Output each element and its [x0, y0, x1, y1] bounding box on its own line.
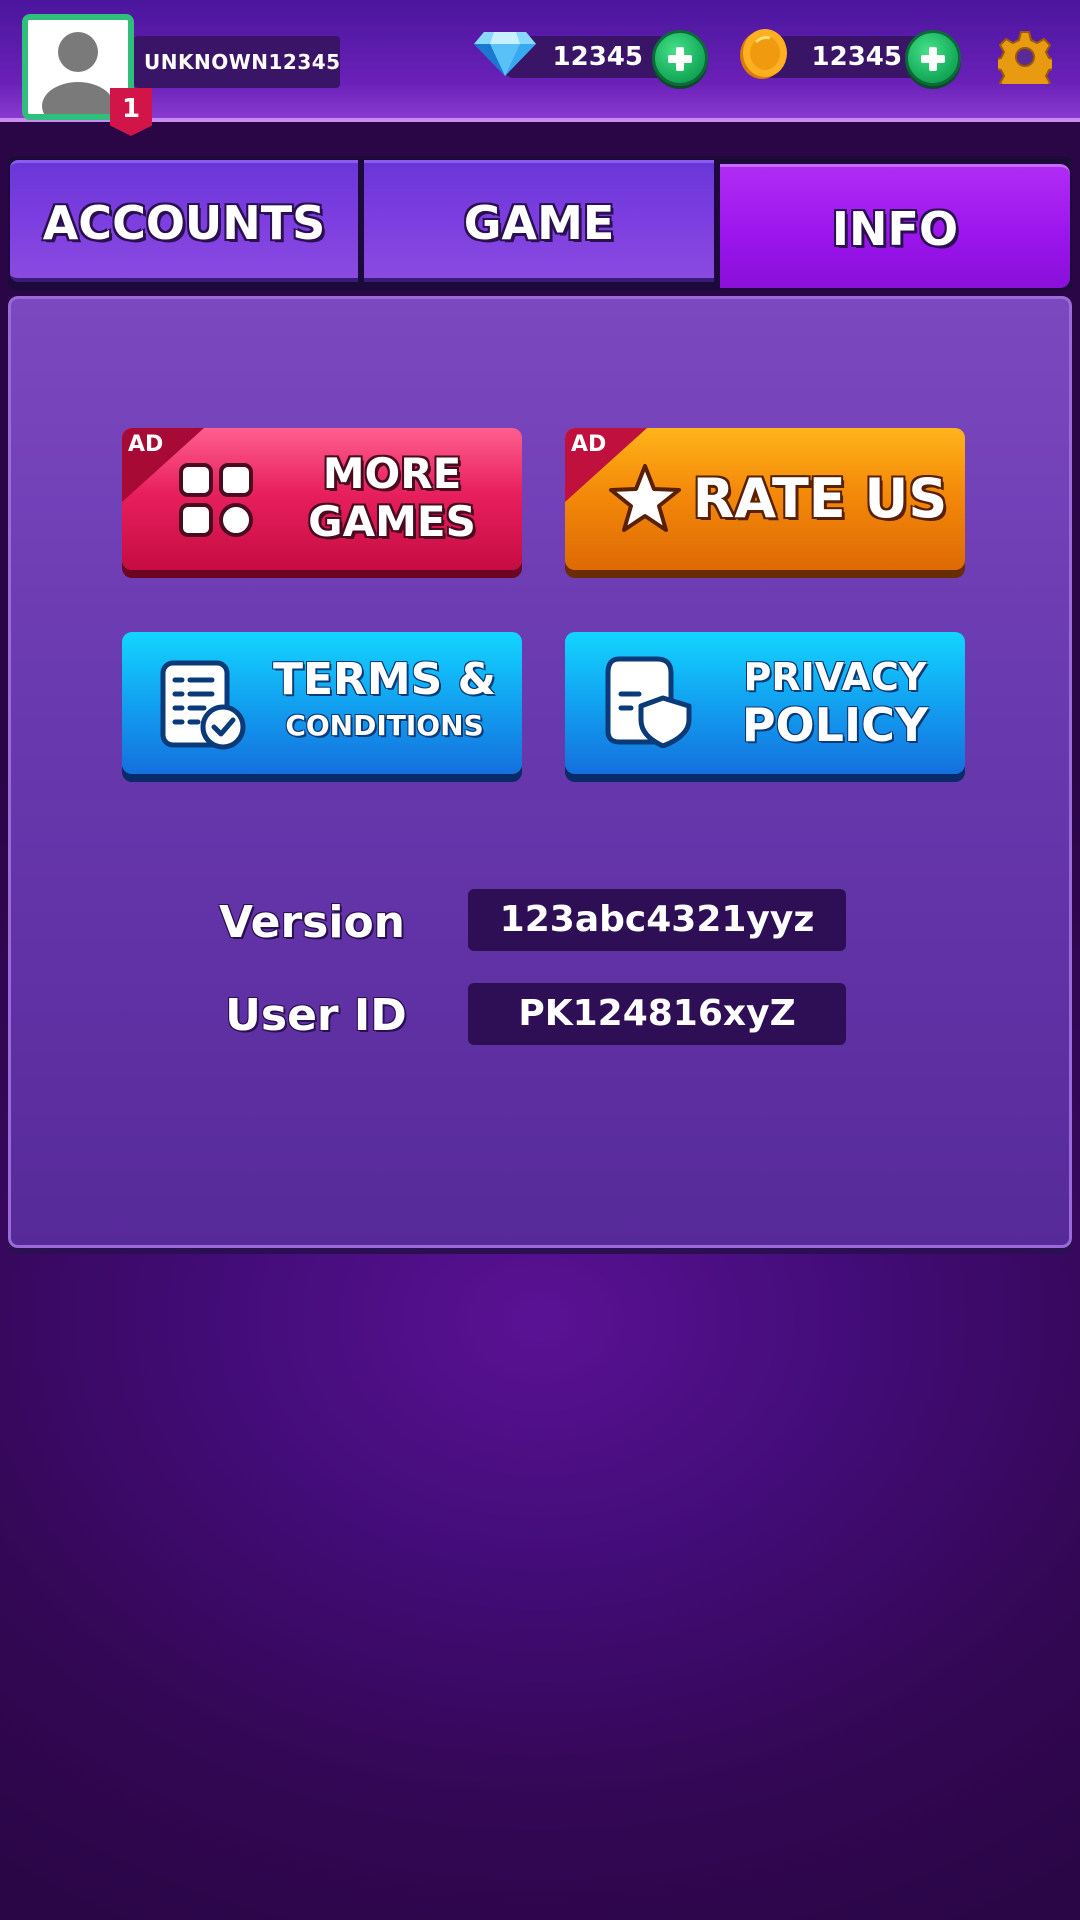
terms-conditions-button[interactable]: TERMS & CONDITIONS: [122, 632, 522, 774]
privacy-policy-button[interactable]: PRIVACY POLICY: [565, 632, 965, 774]
privacy-line1: PRIVACY: [743, 655, 927, 699]
document-check-icon: [160, 660, 246, 750]
add-gems-button[interactable]: [652, 30, 708, 86]
rate-us-label: RATE US: [692, 467, 948, 530]
tab-info[interactable]: INFO: [720, 164, 1070, 288]
tab-accounts[interactable]: ACCOUNTS: [10, 160, 358, 282]
ad-label: AD: [128, 432, 164, 457]
level-badge: 1: [110, 88, 152, 136]
shield-document-icon: [605, 656, 692, 748]
terms-line1: TERMS &: [272, 654, 497, 705]
star-icon: [609, 464, 681, 532]
gem-icon: [474, 32, 536, 76]
gear-icon[interactable]: [998, 30, 1052, 84]
rate-us-button[interactable]: AD RATE US: [565, 428, 965, 570]
user-id-label: User ID: [225, 990, 407, 1041]
version-label: Version: [218, 897, 405, 948]
grid-apps-icon: [179, 463, 253, 537]
more-games-line1: MORE: [322, 449, 462, 498]
more-games-line2: GAMES: [308, 497, 476, 546]
more-games-button[interactable]: AD MORE GAMES: [122, 428, 522, 570]
privacy-line2: POLICY: [741, 698, 929, 752]
user-id-value[interactable]: PK124816xyZ: [468, 983, 846, 1045]
coin-icon: [740, 29, 787, 79]
ad-label: AD: [571, 432, 607, 457]
terms-line2: CONDITIONS: [285, 709, 484, 742]
version-value: 123abc4321yyz: [468, 889, 846, 951]
add-coins-button[interactable]: [905, 30, 961, 86]
username-label: UNKNOWN12345: [134, 36, 340, 88]
tab-game[interactable]: GAME: [364, 160, 714, 282]
